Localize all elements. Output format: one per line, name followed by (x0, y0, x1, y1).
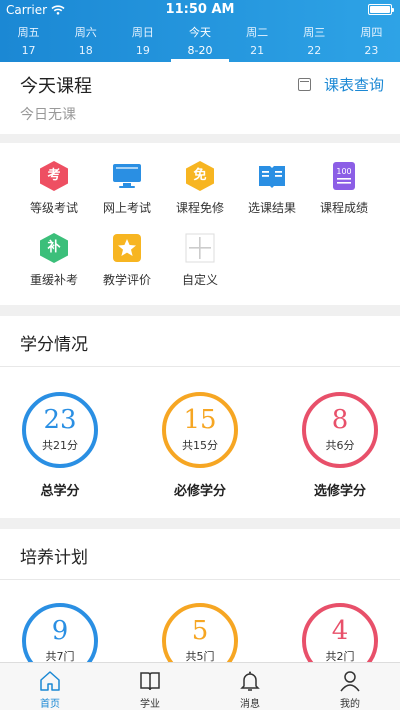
grid-item-label: 课程成绩 (319, 201, 368, 215)
grid-item-label: 自定义 (181, 273, 218, 287)
grid-item-label: 选课结果 (247, 201, 296, 215)
plan-ring[interactable]: 5 共5门 (162, 603, 238, 662)
ring-value: 15 (183, 405, 217, 435)
tab-label: 消息 (240, 699, 260, 710)
function-grid: 考 等级考试 网上考试免 课程免修 选课结果 100 课程成绩补 重缓补考 教学评… (0, 143, 400, 305)
day-name: 周四 (360, 26, 383, 39)
week-selector: 周五 17 周六 18 周日 19 今天 8-20 周二 21 周三 22 周四 23 (0, 22, 400, 62)
tab-home[interactable]: 首页 (0, 663, 100, 710)
no-class-text: 今日无课 (20, 107, 76, 123)
day-tab[interactable]: 周三 22 (286, 22, 343, 62)
ring-total: 共5门 (185, 650, 215, 662)
day-date: 22 (307, 44, 322, 57)
credit-ring[interactable]: 15 共15分 (162, 392, 238, 468)
grid-item-course-score[interactable]: 100 课程成绩 (308, 161, 380, 216)
day-tab[interactable]: 周四 23 (343, 22, 400, 62)
plan-ring[interactable]: 4 共2门 (302, 603, 378, 662)
ring-value: 4 (331, 616, 349, 646)
ring-label: 必修学分 (173, 484, 226, 499)
battery-icon (368, 4, 394, 15)
day-date: 17 (21, 44, 36, 57)
ring-total: 共7门 (45, 650, 75, 662)
ring-value: 8 (331, 405, 349, 435)
day-name: 周日 (131, 26, 154, 39)
credit-ring[interactable]: 23 共21分 (22, 392, 98, 468)
tab-book[interactable]: 学业 (100, 663, 200, 710)
ring-label: 选修学分 (313, 484, 366, 499)
grid-item-label: 重缓补考 (29, 273, 78, 287)
today-courses-title: 今天课程 (20, 76, 92, 97)
book-icon (138, 669, 162, 693)
ring-value: 5 (191, 616, 209, 646)
grid-item-label: 教学评价 (102, 273, 151, 287)
grid-item-online-exam[interactable]: 网上考试 (91, 161, 163, 216)
svg-text:100: 100 (336, 167, 351, 176)
ring-value: 23 (43, 405, 77, 435)
ring-total: 共15分 (182, 439, 218, 452)
grid-item-label: 课程免修 (175, 201, 224, 215)
top-header: Carrier 11:50 AM 周五 17 周六 18 周日 19 今天 8-20 周… (0, 0, 400, 62)
calendar-icon[interactable] (298, 78, 311, 91)
plan-title: 培养计划 (20, 548, 88, 568)
day-name: 周三 (303, 26, 326, 39)
makeup-exam-icon: 补 (39, 233, 69, 263)
selection-result-icon (257, 161, 287, 191)
today-courses-card: 今天课程 今日无课 课表查询 (0, 62, 400, 134)
day-tab[interactable]: 周二 21 (229, 22, 286, 62)
tab-bar: 首页 学业 消息 我的 (0, 662, 400, 710)
ring-total: 共6分 (325, 439, 355, 452)
schedule-query-link[interactable]: 课表查询 (324, 74, 384, 95)
ring-value: 9 (51, 616, 69, 646)
day-date: 21 (250, 44, 265, 57)
course-exempt-icon: 免 (185, 161, 215, 191)
training-plan-section: 培养计划 9 共7门 5 共5门 4 共2门 (0, 529, 400, 662)
day-tab[interactable]: 周五 17 (0, 22, 57, 62)
day-name: 周二 (246, 26, 269, 39)
day-date: 8-20 (187, 44, 213, 57)
bell-icon (238, 669, 262, 693)
divider (0, 366, 400, 367)
online-exam-icon (112, 161, 142, 191)
grid-item-course-exempt[interactable]: 免 课程免修 (164, 161, 236, 216)
grid-item-selection-result[interactable]: 选课结果 (236, 161, 308, 216)
tab-user[interactable]: 我的 (300, 663, 400, 710)
grid-item-plus[interactable]: 自定义 (164, 233, 236, 288)
credit-section: 学分情况 23 共21分总学分 15 共15分必修学分 8 共6分选修学分 (0, 316, 400, 518)
tab-label: 首页 (40, 699, 60, 710)
plus-icon (185, 233, 215, 263)
clock: 11:50 AM (165, 2, 235, 17)
tab-bell[interactable]: 消息 (200, 663, 300, 710)
course-score-icon: 100 (329, 161, 359, 191)
day-date: 23 (364, 44, 379, 57)
grid-item-grade-exam[interactable]: 考 等级考试 (18, 161, 90, 216)
plan-ring[interactable]: 9 共7门 (22, 603, 98, 662)
ring-label: 总学分 (40, 484, 80, 499)
tab-label: 学业 (140, 699, 160, 710)
user-icon (338, 669, 362, 693)
grid-item-label: 网上考试 (102, 201, 151, 215)
day-date: 19 (135, 44, 150, 57)
day-name: 今天 (188, 26, 211, 39)
tab-label: 我的 (340, 699, 360, 710)
ring-total: 共21分 (42, 439, 78, 452)
day-name: 周六 (74, 26, 97, 39)
day-name: 周五 (17, 26, 40, 39)
credit-title: 学分情况 (20, 335, 88, 355)
home-icon (38, 669, 62, 693)
credit-ring[interactable]: 8 共6分 (302, 392, 378, 468)
grid-item-makeup-exam[interactable]: 补 重缓补考 (18, 233, 90, 288)
day-tab-today[interactable]: 今天 8-20 (171, 22, 229, 62)
status-bar: Carrier 11:50 AM (0, 0, 400, 20)
ring-total: 共2门 (325, 650, 355, 662)
day-tab[interactable]: 周日 19 (114, 22, 171, 62)
day-date: 18 (78, 44, 93, 57)
grid-item-label: 等级考试 (29, 201, 78, 215)
divider (0, 579, 400, 580)
teaching-eval-icon (112, 233, 142, 263)
grade-exam-icon: 考 (39, 161, 69, 191)
grid-item-teaching-eval[interactable]: 教学评价 (91, 233, 163, 288)
day-tab[interactable]: 周六 18 (57, 22, 114, 62)
